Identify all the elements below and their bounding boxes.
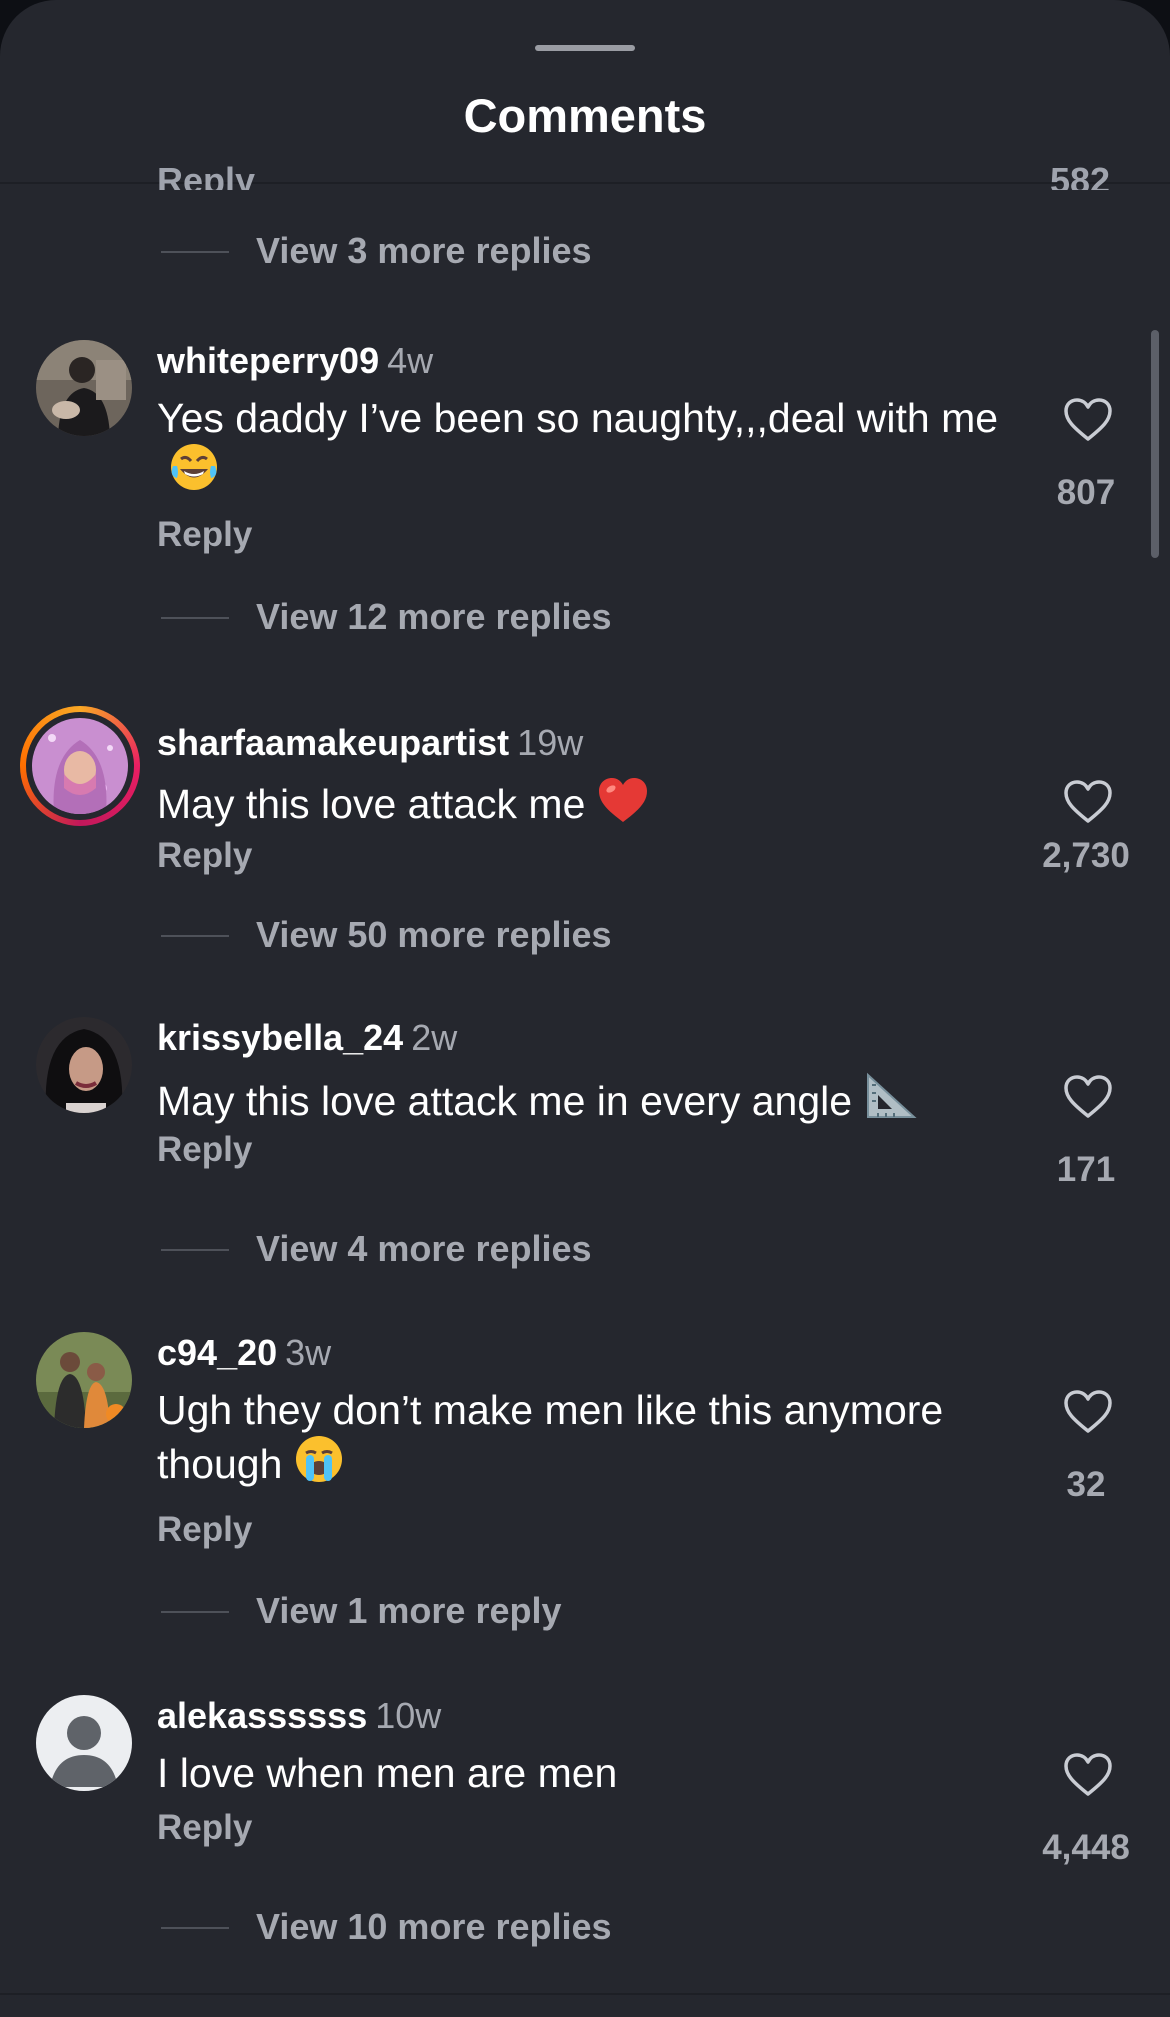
- partial-reply-label[interactable]: Reply: [157, 160, 255, 190]
- like-heart-icon[interactable]: [1063, 1389, 1113, 1435]
- avatar-story-ring[interactable]: [20, 706, 140, 826]
- reply-button[interactable]: Reply: [157, 1130, 252, 1170]
- view-more-line: [161, 617, 229, 619]
- comment-body: May this love attack me in every angle: [157, 1078, 853, 1124]
- comment-body: Yes daddy I’ve been so naughty,,,deal wi…: [157, 395, 999, 441]
- view-more-replies[interactable]: View 1 more reply: [0, 1588, 1170, 1638]
- view-more-label: View 10 more replies: [256, 1906, 612, 1947]
- comment-meta: c94_20 3w: [157, 1332, 331, 1374]
- comment-meta: whiteperry09 4w: [157, 340, 433, 382]
- avatar: [26, 712, 134, 820]
- avatar[interactable]: [36, 1017, 132, 1113]
- like-heart-icon[interactable]: [1063, 1074, 1113, 1120]
- default-avatar-icon[interactable]: [36, 1695, 132, 1791]
- view-more-line: [161, 251, 229, 253]
- comment-text: May this love attack me in every angle: [157, 1071, 1007, 1131]
- comment-meta: sharfaamakeupartist 19w: [157, 722, 583, 764]
- comment-text: May this love attack me: [157, 776, 1007, 834]
- like-count: 4,448: [1042, 1828, 1130, 1867]
- avatar[interactable]: [36, 340, 132, 436]
- timestamp: 2w: [411, 1017, 458, 1058]
- loudly-crying-face-icon: [294, 1434, 344, 1494]
- view-more-label: View 50 more replies: [256, 914, 612, 955]
- partial-like-count: 582: [1050, 160, 1111, 190]
- comment-body: May this love attack me: [157, 781, 586, 827]
- comment-text: I love when men are men: [157, 1749, 1007, 1797]
- timestamp: 19w: [517, 722, 584, 763]
- comment-meta: krissybella_24 2w: [157, 1017, 457, 1059]
- username[interactable]: whiteperry09: [157, 340, 379, 381]
- sheet-grabber[interactable]: [535, 45, 635, 51]
- view-more-label: View 1 more reply: [256, 1590, 562, 1631]
- like-count: 807: [1056, 473, 1116, 512]
- like-heart-icon[interactable]: [1063, 397, 1113, 443]
- like-count: 32: [1066, 1465, 1106, 1504]
- username[interactable]: c94_20: [157, 1332, 277, 1373]
- sheet-title: Comments: [463, 89, 707, 142]
- avatar[interactable]: [36, 1332, 132, 1428]
- comment-meta: alekassssss 10w: [157, 1695, 441, 1737]
- bottom-divider: [0, 1993, 1170, 1995]
- view-more-replies[interactable]: View 4 more replies: [0, 1226, 1170, 1276]
- like-heart-icon[interactable]: [1063, 1752, 1113, 1798]
- reply-button[interactable]: Reply: [157, 836, 252, 876]
- timestamp: 3w: [285, 1332, 332, 1373]
- view-more-replies[interactable]: View 10 more replies: [0, 1904, 1170, 1954]
- username[interactable]: alekassssss: [157, 1695, 367, 1736]
- like-count: 171: [1056, 1150, 1116, 1189]
- view-more-replies[interactable]: View 12 more replies: [0, 594, 1170, 644]
- triangular-ruler-icon: [864, 1071, 918, 1131]
- timestamp: 4w: [387, 340, 434, 381]
- view-more-line: [161, 1927, 229, 1929]
- view-more-line: [161, 1611, 229, 1613]
- view-more-label: View 12 more replies: [256, 596, 612, 637]
- scroll-indicator[interactable]: [1151, 330, 1159, 558]
- view-more-replies[interactable]: View 3 more replies: [0, 228, 1170, 278]
- comment-text: Ugh they don’t make men like this anymor…: [157, 1386, 1007, 1494]
- reply-button[interactable]: Reply: [157, 1510, 252, 1550]
- view-more-line: [161, 1249, 229, 1251]
- view-more-line: [161, 935, 229, 937]
- comments-sheet: Comments Reply 582 View 3 more replies w…: [0, 0, 1170, 2017]
- username[interactable]: sharfaamakeupartist: [157, 722, 509, 763]
- view-more-label: View 3 more replies: [256, 230, 592, 271]
- reply-button[interactable]: Reply: [157, 515, 252, 555]
- comment-body: Ugh they don’t make men like this anymor…: [157, 1387, 944, 1487]
- like-heart-icon[interactable]: [1063, 779, 1113, 825]
- username[interactable]: krissybella_24: [157, 1017, 403, 1058]
- view-more-replies[interactable]: View 50 more replies: [0, 912, 1170, 962]
- comment-text: Yes daddy I’ve been so naughty,,,deal wi…: [157, 394, 1007, 502]
- reply-button[interactable]: Reply: [157, 1808, 252, 1848]
- like-count: 2,730: [1042, 836, 1130, 875]
- comment-body: I love when men are men: [157, 1750, 618, 1796]
- face-with-tears-of-joy-icon: [169, 442, 219, 502]
- timestamp: 10w: [375, 1695, 442, 1736]
- view-more-label: View 4 more replies: [256, 1228, 592, 1269]
- red-heart-icon: [597, 776, 649, 834]
